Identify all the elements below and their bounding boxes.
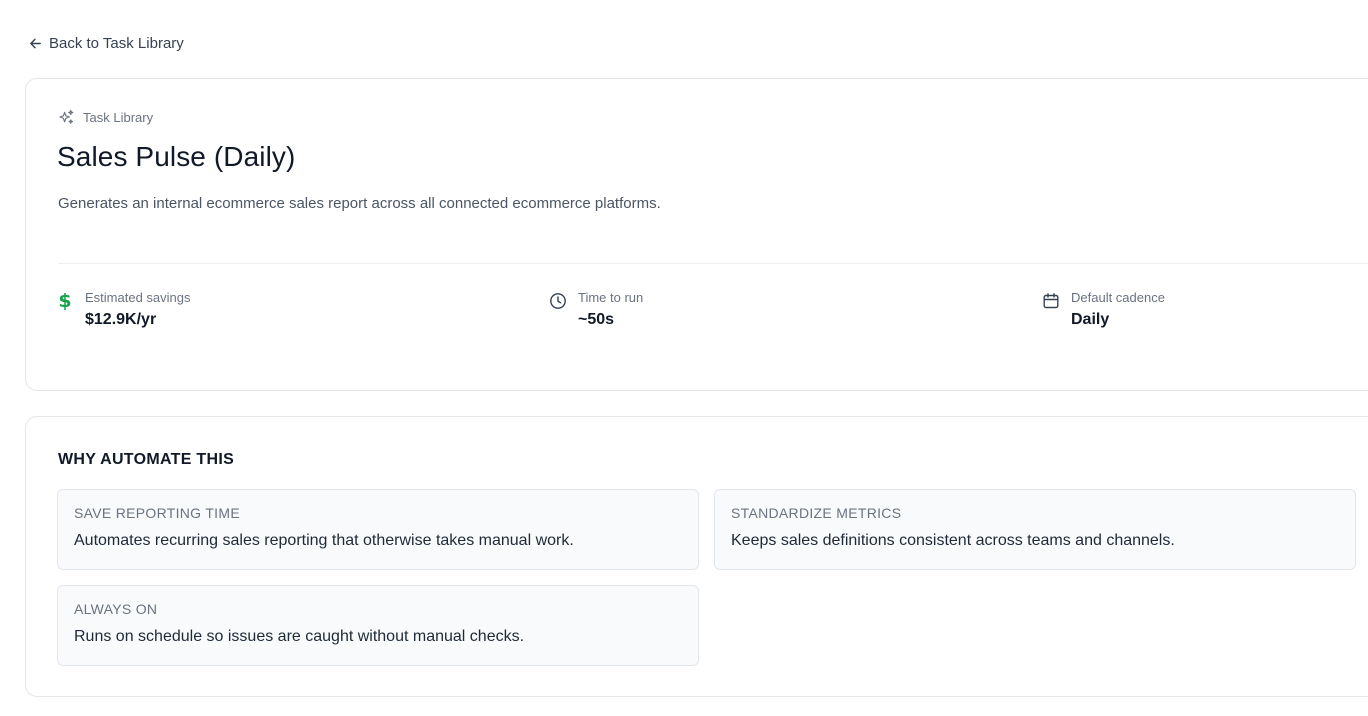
stat-label: Time to run bbox=[578, 290, 644, 305]
stat-label: Estimated savings bbox=[85, 290, 191, 305]
stat-time-to-run: Time to run ~50s bbox=[549, 289, 643, 331]
reason-text: Automates recurring sales reporting that… bbox=[74, 532, 574, 549]
reason-card: ALWAYS ON Runs on schedule so issues are… bbox=[57, 585, 699, 666]
arrow-left-icon bbox=[30, 38, 41, 49]
dollar-icon: $ bbox=[58, 290, 72, 312]
sparkles-icon bbox=[59, 109, 74, 124]
eyebrow: Task Library bbox=[58, 109, 153, 126]
reason-card: SAVE REPORTING TIME Automates recurring … bbox=[57, 489, 699, 570]
clock-icon bbox=[549, 292, 567, 310]
reason-title: SAVE REPORTING TIME bbox=[74, 505, 240, 521]
reason-card: STANDARDIZE METRICS Keeps sales definiti… bbox=[714, 489, 1356, 570]
task-description: Generates an internal ecommerce sales re… bbox=[58, 195, 661, 212]
eyebrow-label: Task Library bbox=[83, 110, 154, 125]
why-automate-card: WHY AUTOMATE THIS SAVE REPORTING TIME Au… bbox=[25, 416, 1368, 697]
stat-value: $12.9K/yr bbox=[85, 311, 157, 328]
stat-default-cadence: Default cadence Daily bbox=[1042, 289, 1165, 331]
page-title: Sales Pulse (Daily) bbox=[57, 141, 296, 172]
calendar-icon bbox=[1042, 292, 1060, 310]
stat-label: Default cadence bbox=[1071, 290, 1165, 305]
back-link-label: Back to Task Library bbox=[49, 35, 184, 52]
divider bbox=[58, 263, 1368, 264]
task-header-card: Task Library Sales Pulse (Daily) Generat… bbox=[25, 78, 1368, 391]
back-to-task-library-link[interactable]: Back to Task Library bbox=[28, 35, 184, 52]
reason-text: Keeps sales definitions consistent acros… bbox=[731, 532, 1175, 549]
stat-value: ~50s bbox=[578, 311, 615, 328]
stat-estimated-savings: $ Estimated savings $12.9K/yr bbox=[56, 289, 191, 331]
reason-title: ALWAYS ON bbox=[74, 601, 158, 617]
reason-title: STANDARDIZE METRICS bbox=[731, 505, 902, 521]
stat-value: Daily bbox=[1071, 311, 1110, 328]
why-automate-heading: WHY AUTOMATE THIS bbox=[58, 451, 235, 468]
reason-text: Runs on schedule so issues are caught wi… bbox=[74, 628, 525, 645]
